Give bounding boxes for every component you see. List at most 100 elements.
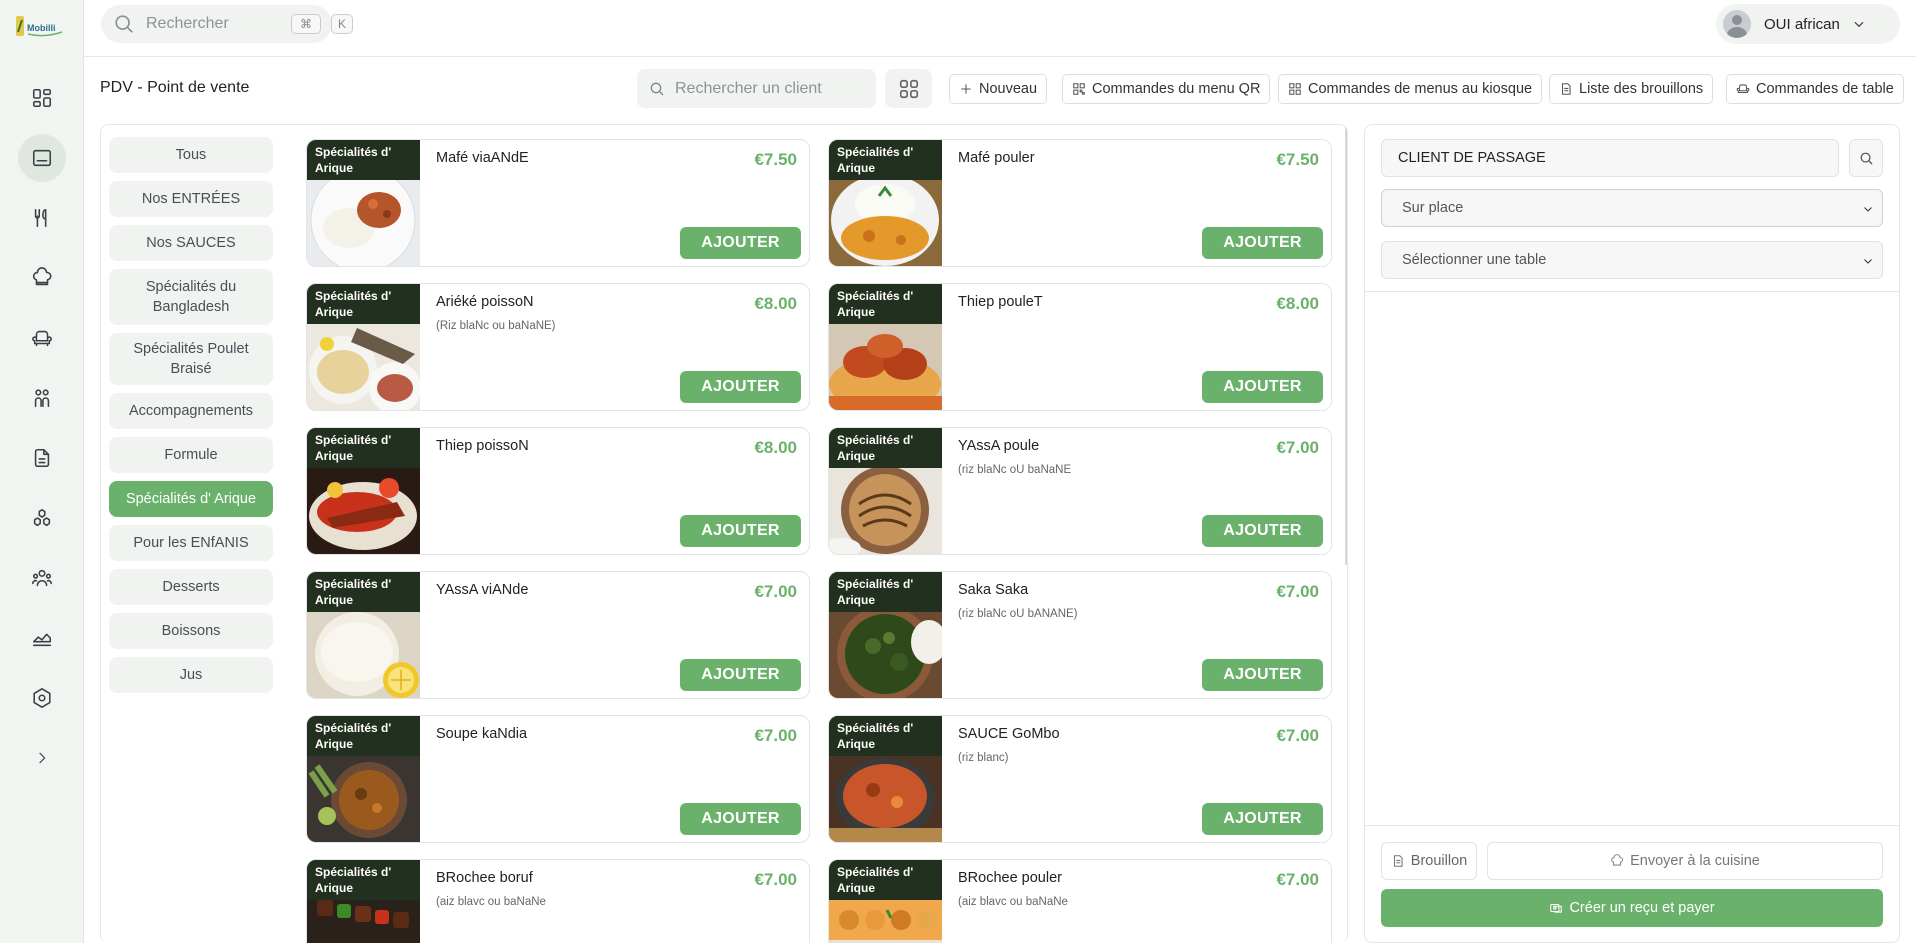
product-card[interactable]: Spécialités d' Arique Mafé pouler €7.50 AJO… xyxy=(828,139,1332,267)
add-product-button[interactable]: AJOUTER xyxy=(680,659,801,691)
category-6[interactable]: Formule xyxy=(109,437,273,473)
grid-view-button[interactable] xyxy=(885,69,932,108)
category-10[interactable]: Boissons xyxy=(109,613,273,649)
product-description: (riz blanc) xyxy=(958,752,1009,764)
drafts-list-button[interactable]: Liste des brouillons xyxy=(1549,74,1714,104)
product-category-tag: Spécialités d' Arique xyxy=(307,284,420,324)
receipt-icon xyxy=(1550,903,1563,913)
category-3[interactable]: Spécialités du Bangladesh xyxy=(109,269,273,325)
nav-menu[interactable] xyxy=(18,194,66,242)
add-product-button[interactable]: AJOUTER xyxy=(680,371,801,403)
send-to-kitchen-button[interactable]: Envoyer à la cuisine xyxy=(1487,842,1883,880)
product-card[interactable]: Spécialités d' Arique Saka Saka (riz blaNc… xyxy=(828,571,1332,699)
nav-kitchen[interactable] xyxy=(18,254,66,302)
app-logo[interactable]: Mobilli xyxy=(14,12,66,40)
nav-settings[interactable] xyxy=(18,674,66,722)
product-name: Saka Saka xyxy=(958,582,1029,598)
add-product-button[interactable]: AJOUTER xyxy=(680,803,801,835)
nav-tables[interactable] xyxy=(18,314,66,362)
cart-panel: CLIENT DE PASSAGE Sur place Sélectionner… xyxy=(1364,124,1900,943)
nav-pos[interactable] xyxy=(18,134,66,182)
add-product-button[interactable]: AJOUTER xyxy=(1202,371,1323,403)
expand-icon xyxy=(39,752,46,764)
document-icon xyxy=(34,448,50,468)
product-card[interactable]: Spécialités d' Arique Ariéké poissoN (Riz … xyxy=(306,283,810,411)
add-product-button[interactable]: AJOUTER xyxy=(1202,515,1323,547)
table-select-placeholder: Sélectionner une table xyxy=(1402,252,1547,268)
product-name: YAssA viANde xyxy=(436,582,529,598)
global-search-placeholder: Rechercher xyxy=(146,15,229,32)
add-product-button[interactable]: AJOUTER xyxy=(1202,803,1323,835)
add-product-button[interactable]: AJOUTER xyxy=(1202,659,1323,691)
category-11[interactable]: Jus xyxy=(109,657,273,693)
product-description: (Riz blaNc ou baNaNE) xyxy=(436,320,556,332)
product-card[interactable]: Spécialités d' Arique Thiep poissoN €8.00 A… xyxy=(306,427,810,555)
global-search[interactable]: Rechercher ⌘ K xyxy=(101,5,353,43)
draft-label: Brouillon xyxy=(1410,853,1468,869)
product-name: Thiep poissoN xyxy=(436,438,529,454)
utensils-icon xyxy=(34,208,47,228)
pos-icon xyxy=(32,149,52,167)
category-5[interactable]: Accompagnements xyxy=(109,393,273,429)
product-price: €7.00 xyxy=(1276,582,1319,601)
analytics-icon xyxy=(32,633,52,647)
product-description: (aiz blavc ou baNaNe xyxy=(436,896,546,908)
kiosk-orders-button[interactable]: Commandes de menus au kiosque xyxy=(1278,74,1543,104)
table-orders-button[interactable]: Commandes de table xyxy=(1726,74,1904,104)
nav-customers[interactable] xyxy=(18,374,66,422)
product-category-tag: Spécialités d' Arique xyxy=(307,140,420,180)
table-orders-label: Commandes de table xyxy=(1756,81,1894,97)
product-name: Thiep pouleT xyxy=(958,294,1043,310)
product-price: €7.00 xyxy=(1276,870,1319,889)
category-7[interactable]: Spécialités d' Arique xyxy=(109,481,273,517)
service-mode-select[interactable]: Sur place xyxy=(1381,189,1883,227)
qr-orders-button[interactable]: Commandes du menu QR xyxy=(1062,74,1271,104)
user-menu[interactable]: OUI african xyxy=(1716,4,1900,44)
file-icon xyxy=(1561,83,1571,95)
nav-stock[interactable] xyxy=(18,494,66,542)
client-field[interactable]: CLIENT DE PASSAGE xyxy=(1381,139,1839,177)
product-card[interactable]: Spécialités d' Arique Mafé viaANdE €7.50 AJ… xyxy=(306,139,810,267)
armchair-icon xyxy=(32,330,52,347)
table-select[interactable]: Sélectionner une table xyxy=(1381,241,1883,279)
nav-invoices[interactable] xyxy=(18,434,66,482)
qr-icon xyxy=(1073,83,1085,95)
new-order-button[interactable]: Nouveau xyxy=(949,74,1048,104)
avatar xyxy=(1723,10,1751,38)
product-card[interactable]: Spécialités d' Arique Thiep pouleT €8.00 AJ… xyxy=(828,283,1332,411)
product-name: SAUCE GoMbo xyxy=(958,726,1060,742)
category-0[interactable]: Tous xyxy=(109,137,273,173)
nav-dashboard[interactable] xyxy=(18,74,66,122)
product-card[interactable]: Spécialités d' Arique BRochee pouler (aiz … xyxy=(828,859,1332,943)
nav-team[interactable] xyxy=(18,554,66,602)
chevron-down-icon xyxy=(1864,207,1872,212)
nav-analytics[interactable] xyxy=(18,614,66,662)
create-receipt-pay-button[interactable]: Créer un reçu et payer xyxy=(1381,889,1883,927)
product-card[interactable]: Spécialités d' Arique BRochee boruf (aiz b… xyxy=(306,859,810,943)
left-rail: Mobilli xyxy=(0,0,84,943)
client-search-button[interactable] xyxy=(1849,139,1883,177)
nav-expand[interactable] xyxy=(18,734,66,782)
product-card[interactable]: Spécialités d' Arique YAssA viANde €7.00 AJ… xyxy=(306,571,810,699)
product-card[interactable]: Spécialités d' Arique YAssA poule (riz bla… xyxy=(828,427,1332,555)
category-4[interactable]: Spécialités Poulet Braisé xyxy=(109,333,273,385)
product-price: €8.00 xyxy=(754,294,797,313)
product-name: BRochee boruf xyxy=(436,870,533,886)
product-card[interactable]: Spécialités d' Arique Soupe kaNdia €7.00 AJ… xyxy=(306,715,810,843)
add-product-button[interactable]: AJOUTER xyxy=(1202,227,1323,259)
category-9[interactable]: Desserts xyxy=(109,569,273,605)
category-2[interactable]: Nos SAUCES xyxy=(109,225,273,261)
product-category-tag: Spécialités d' Arique xyxy=(829,572,942,612)
category-8[interactable]: Pour les ENfANIS xyxy=(109,525,273,561)
add-product-button[interactable]: AJOUTER xyxy=(680,227,801,259)
rail-nav xyxy=(0,74,84,794)
product-price: €7.00 xyxy=(1276,726,1319,745)
product-scrollbar[interactable] xyxy=(1345,125,1347,565)
client-search-input[interactable]: Rechercher un client xyxy=(637,69,876,108)
product-name: Ariéké poissoN xyxy=(436,294,534,310)
add-product-button[interactable]: AJOUTER xyxy=(680,515,801,547)
draft-button[interactable]: Brouillon xyxy=(1381,842,1477,880)
category-1[interactable]: Nos ENTRÉES xyxy=(109,181,273,217)
product-name: Soupe kaNdia xyxy=(436,726,528,742)
product-card[interactable]: Spécialités d' Arique SAUCE GoMbo (riz bla… xyxy=(828,715,1332,843)
